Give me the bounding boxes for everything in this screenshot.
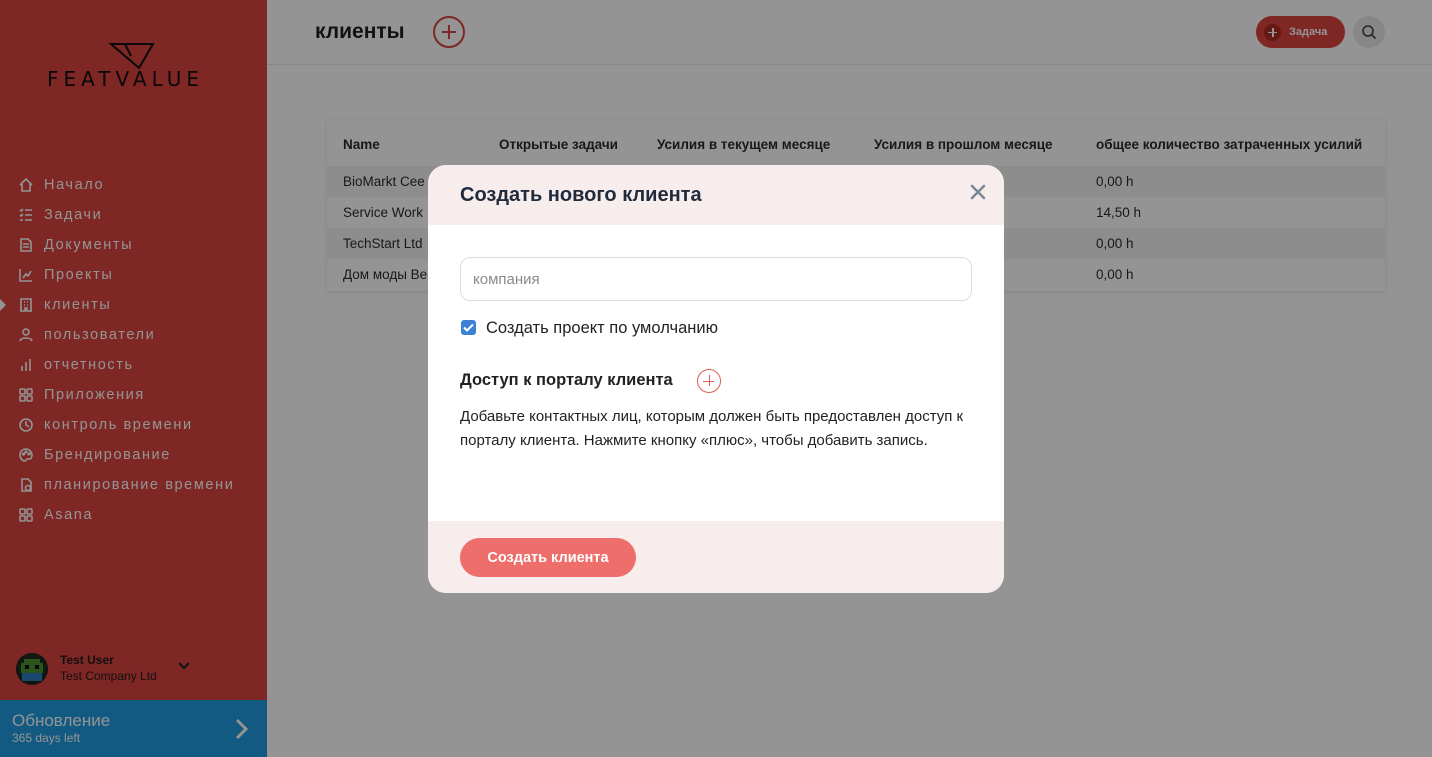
portal-access-title: Доступ к порталу клиента	[460, 371, 673, 389]
close-icon[interactable]	[968, 182, 988, 202]
modal-title: Создать нового клиента	[460, 184, 702, 206]
company-name-input[interactable]	[460, 257, 972, 301]
create-client-modal: Создать нового клиента Создать проект по…	[428, 165, 1004, 593]
default-project-checkbox[interactable]	[461, 320, 476, 335]
portal-access-description: Добавьте контактных лиц, которым должен …	[460, 408, 964, 449]
modal-header: Создать нового клиента	[428, 165, 1004, 225]
create-client-button[interactable]: Создать клиента	[460, 538, 636, 577]
modal-footer: Создать клиента	[428, 521, 1004, 593]
checkmark-icon	[463, 323, 474, 332]
add-portal-contact-button[interactable]	[697, 369, 721, 393]
default-project-label[interactable]: Создать проект по умолчанию	[486, 319, 718, 338]
